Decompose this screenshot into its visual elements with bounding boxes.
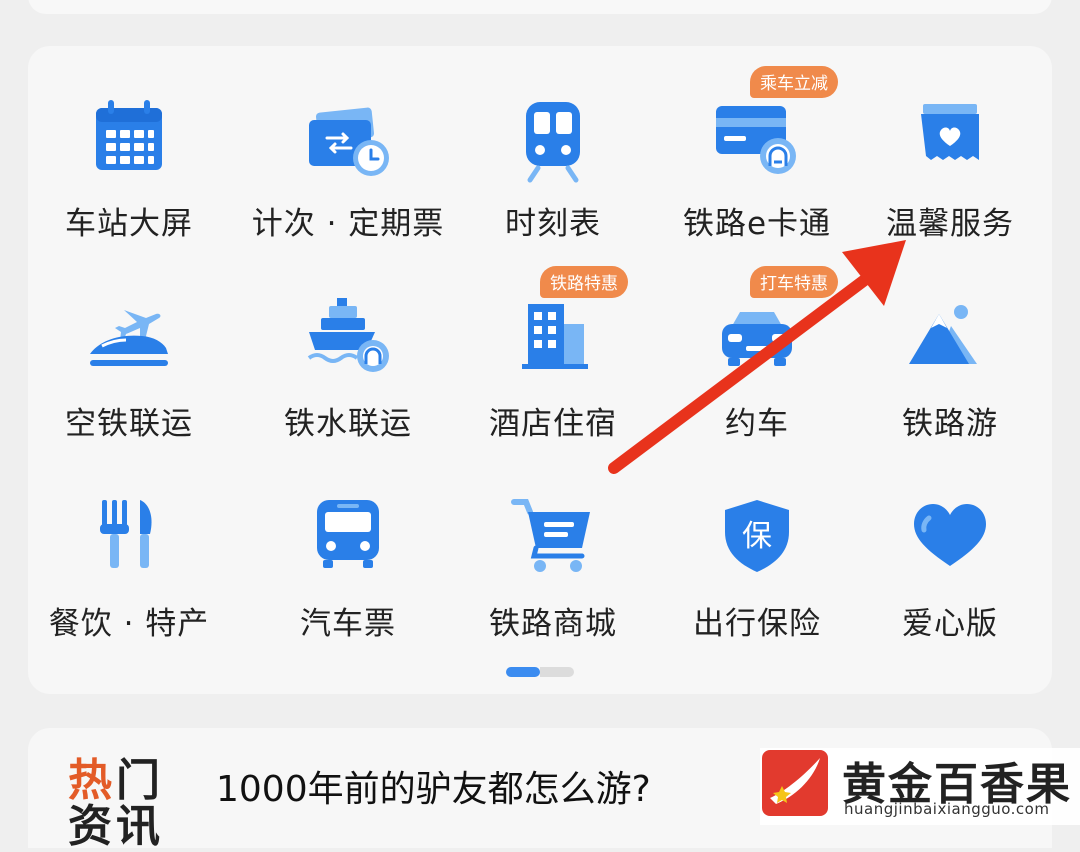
service-count-period-ticket[interactable]: 计次 · 定期票 (243, 96, 453, 256)
calendar-icon (84, 96, 174, 186)
card-railway-icon: 乘车立减 (712, 66, 838, 186)
page-indicator[interactable] (506, 667, 574, 677)
shield-icon: 保 (712, 496, 802, 586)
heart-icon (905, 496, 995, 586)
service-label: 汽车票 (300, 606, 396, 642)
train-icon (508, 96, 598, 186)
service-label: 铁路商城 (489, 606, 617, 642)
heart-bag-icon (905, 96, 995, 186)
car-icon: 打车特惠 (712, 266, 838, 386)
service-label: 铁水联运 (284, 406, 412, 442)
service-caring-version[interactable]: 爱心版 (845, 496, 1055, 656)
plane-train-icon (84, 296, 174, 386)
service-label: 铁路e卡通 (682, 206, 832, 242)
service-label: 出行保险 (693, 606, 821, 642)
page-indicator-active (506, 667, 540, 677)
service-label: 酒店住宿 (489, 406, 617, 442)
service-label: 时刻表 (505, 206, 601, 242)
service-railway-ecard[interactable]: 乘车立减 铁路e卡通 (652, 66, 862, 256)
hot-news-title[interactable]: 1000年前的驴友都怎么游? (216, 760, 651, 812)
fork-knife-icon (84, 496, 174, 586)
service-label: 约车 (725, 406, 789, 442)
hot-news-label: 热门 资讯 (68, 755, 164, 852)
service-travel-insurance[interactable]: 保 出行保险 (652, 496, 862, 656)
promo-badge: 打车特惠 (750, 266, 838, 298)
page-indicator-inactive (540, 667, 574, 677)
previous-card (28, 0, 1052, 14)
service-station-screen[interactable]: 车站大屏 (24, 96, 234, 256)
watermark: 黄金百香果 huangjinbaixiangguo.com (760, 748, 1080, 825)
promo-badge: 乘车立减 (750, 66, 838, 98)
service-warm-service[interactable]: 温馨服务 (845, 96, 1055, 256)
hotel-icon: 铁路特惠 (508, 266, 628, 386)
ship-railway-icon (303, 296, 393, 386)
shield-char: 保 (742, 519, 772, 554)
service-label: 爱心版 (902, 606, 998, 642)
service-rail-tour[interactable]: 铁路游 (845, 296, 1055, 456)
watermark-logo-icon (762, 750, 828, 816)
service-label: 车站大屏 (65, 206, 193, 242)
service-label: 温馨服务 (886, 206, 1014, 242)
shopping-cart-icon (508, 496, 598, 586)
service-dining-specialty[interactable]: 餐饮 · 特产 (24, 496, 234, 656)
promo-badge: 铁路特惠 (540, 266, 628, 298)
mountain-icon (905, 296, 995, 386)
service-air-rail[interactable]: 空铁联运 (24, 296, 234, 456)
service-label: 空铁联运 (65, 406, 193, 442)
service-railway-mall[interactable]: 铁路商城 (448, 496, 658, 656)
ticket-clock-icon (303, 96, 393, 186)
service-rail-water[interactable]: 铁水联运 (243, 296, 453, 456)
service-label: 计次 · 定期票 (251, 206, 445, 242)
service-bus-ticket[interactable]: 汽车票 (243, 496, 453, 656)
service-ride-hailing[interactable]: 打车特惠 约车 (652, 266, 862, 456)
bus-icon (303, 496, 393, 586)
service-timetable[interactable]: 时刻表 (448, 96, 658, 256)
service-label: 铁路游 (902, 406, 998, 442)
watermark-url: huangjinbaixiangguo.com (844, 800, 1050, 818)
service-label: 餐饮 · 特产 (48, 606, 210, 642)
service-hotel[interactable]: 铁路特惠 酒店住宿 (448, 266, 658, 456)
